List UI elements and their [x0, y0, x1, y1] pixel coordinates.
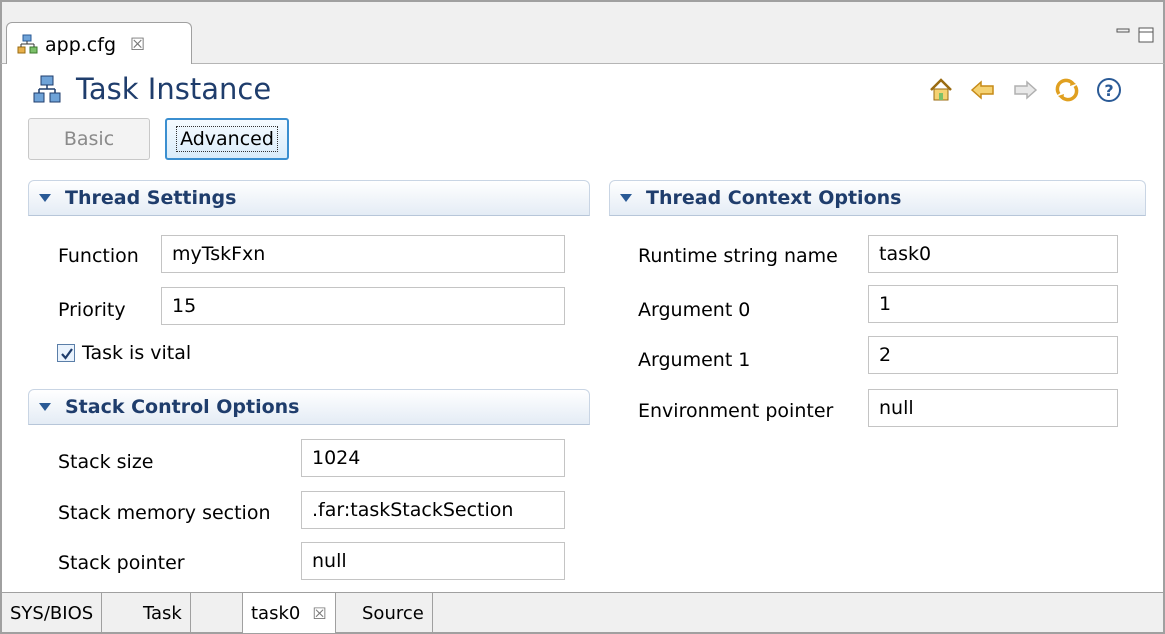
collapse-triangle-icon[interactable] — [39, 403, 51, 411]
tab-task0[interactable]: task0 ☒ — [242, 593, 336, 633]
task-instance-form: Task Instance ? Basic Advanced Thread Se… — [0, 64, 1165, 592]
basic-mode-button[interactable]: Basic — [28, 118, 150, 160]
minimize-icon[interactable] — [1115, 26, 1131, 40]
task-vital-checkbox[interactable] — [57, 344, 75, 362]
thread-context-header[interactable]: Thread Context Options — [609, 180, 1146, 216]
stack-control-title: Stack Control Options — [65, 396, 300, 418]
tab-task-label: Task — [143, 602, 182, 624]
config-file-icon — [17, 34, 38, 54]
stack-size-field[interactable]: 1024 — [301, 439, 565, 477]
svg-text:?: ? — [1104, 81, 1113, 100]
priority-label: Priority — [58, 299, 126, 321]
task-vital-label: Task is vital — [82, 342, 192, 364]
editor-tab-app-cfg[interactable]: app.cfg ☒ — [6, 22, 192, 67]
function-label: Function — [58, 245, 139, 267]
bottom-tab-bar: SYS/BIOS Task task0 ☒ Source — [0, 592, 1165, 634]
advanced-mode-label: Advanced — [176, 126, 278, 152]
collapse-triangle-icon[interactable] — [620, 194, 632, 202]
thread-context-title: Thread Context Options — [646, 187, 902, 209]
page-header: Task Instance — [32, 72, 271, 106]
advanced-mode-button[interactable]: Advanced — [165, 118, 289, 160]
sync-icon[interactable] — [1053, 76, 1081, 104]
close-icon[interactable]: ☒ — [312, 604, 326, 623]
argument-0-label: Argument 0 — [638, 299, 751, 321]
help-icon[interactable]: ? — [1095, 76, 1123, 104]
runtime-string-name-field[interactable]: task0 — [868, 235, 1118, 273]
stack-control-header[interactable]: Stack Control Options — [28, 389, 590, 425]
function-field[interactable]: myTskFxn — [161, 235, 565, 273]
editor-tab-bar: app.cfg ☒ — [0, 0, 1165, 67]
runtime-string-name-label: Runtime string name — [638, 245, 838, 267]
stack-pointer-label: Stack pointer — [58, 552, 185, 574]
argument-1-field[interactable]: 2 — [868, 336, 1118, 374]
tab-sys-bios-label: SYS/BIOS — [10, 602, 94, 624]
argument-0-field[interactable]: 1 — [868, 285, 1118, 323]
task-instance-icon — [33, 75, 61, 103]
tab-task[interactable]: Task — [135, 593, 191, 633]
tab-source[interactable]: Source — [354, 593, 433, 633]
navigation-toolbar: ? — [927, 76, 1123, 104]
home-icon[interactable] — [927, 76, 955, 104]
tab-task0-label: task0 — [251, 602, 301, 624]
tab-source-label: Source — [362, 602, 424, 624]
page-title: Task Instance — [76, 72, 272, 106]
forward-arrow-icon[interactable] — [1011, 76, 1039, 104]
thread-settings-header[interactable]: Thread Settings — [28, 180, 590, 216]
stack-memory-section-field[interactable]: .far:taskStackSection — [301, 491, 565, 529]
maximize-icon[interactable] — [1137, 26, 1155, 44]
thread-settings-title: Thread Settings — [65, 187, 237, 209]
priority-field[interactable]: 15 — [161, 287, 565, 325]
environment-pointer-field[interactable]: null — [868, 389, 1118, 427]
collapse-triangle-icon[interactable] — [39, 194, 51, 202]
argument-1-label: Argument 1 — [638, 349, 751, 371]
stack-size-label: Stack size — [58, 451, 154, 473]
stack-memory-section-label: Stack memory section — [58, 502, 271, 524]
tab-sys-bios[interactable]: SYS/BIOS — [2, 593, 103, 633]
checkmark-icon — [61, 348, 73, 360]
editor-tab-label: app.cfg — [45, 34, 116, 56]
close-icon[interactable]: ☒ — [130, 35, 145, 55]
task-vital-checkbox-row[interactable]: Task is vital — [57, 342, 191, 364]
stack-pointer-field[interactable]: null — [301, 542, 565, 580]
back-arrow-icon[interactable] — [969, 76, 997, 104]
basic-mode-label: Basic — [63, 128, 115, 150]
environment-pointer-label: Environment pointer — [638, 400, 834, 422]
